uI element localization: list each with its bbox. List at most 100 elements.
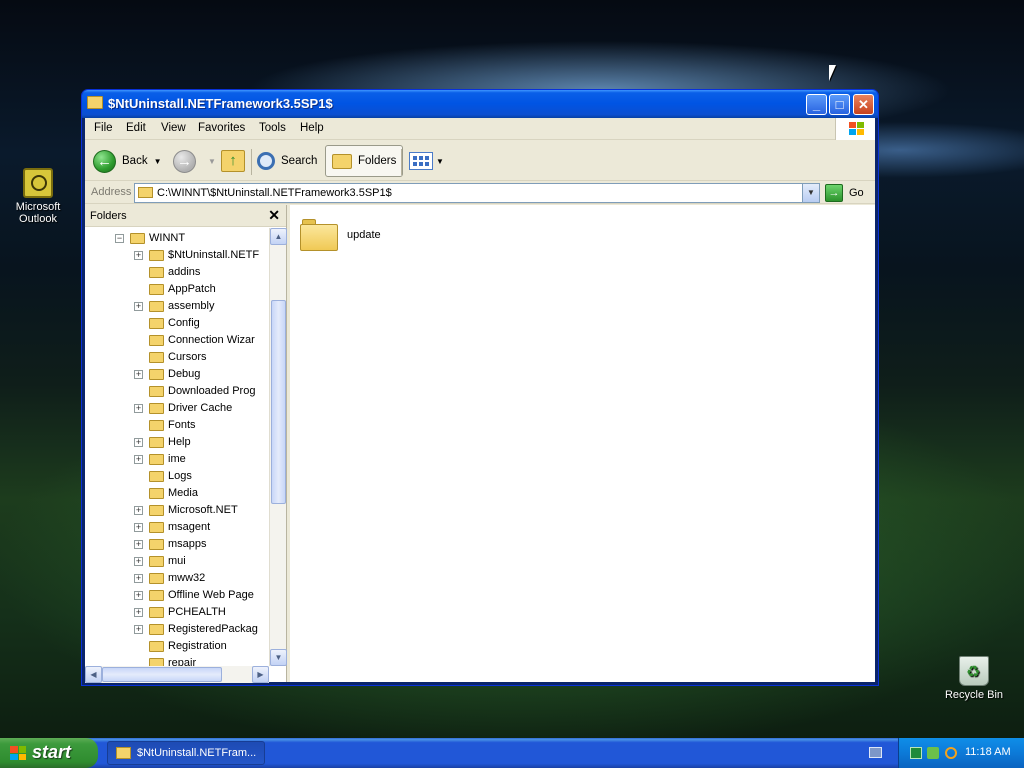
search-icon[interactable] bbox=[945, 747, 957, 759]
tree-item[interactable]: + RegisteredPackag bbox=[85, 621, 269, 638]
folder-icon bbox=[149, 369, 164, 380]
tree-item[interactable]: + $NtUninstall.NETF bbox=[85, 247, 269, 264]
tree-item[interactable]: addins bbox=[85, 264, 269, 281]
tree-item[interactable]: + assembly bbox=[85, 298, 269, 315]
go-button[interactable]: → Go bbox=[825, 183, 864, 203]
scroll-thumb[interactable] bbox=[271, 300, 286, 504]
tree-item[interactable]: Logs bbox=[85, 468, 269, 485]
tree-item[interactable]: + msapps bbox=[85, 536, 269, 553]
tree-item[interactable]: + msagent bbox=[85, 519, 269, 536]
tree-item[interactable]: + Help bbox=[85, 434, 269, 451]
expand-icon[interactable]: + bbox=[134, 370, 143, 379]
tree-item[interactable]: Connection Wizar bbox=[85, 332, 269, 349]
folder-tree-vertical-scrollbar[interactable]: ▲ ▼ bbox=[269, 228, 287, 666]
up-folder-button[interactable]: ↑ bbox=[221, 145, 245, 177]
tree-item[interactable]: Cursors bbox=[85, 349, 269, 366]
tree-item[interactable]: + Offline Web Page bbox=[85, 587, 269, 604]
desktop-icon-label: Microsoft Outlook bbox=[15, 201, 61, 225]
tree-item-label: Help bbox=[168, 436, 191, 448]
expand-icon[interactable]: + bbox=[134, 438, 143, 447]
address-dropdown-button[interactable]: ▼ bbox=[802, 184, 819, 202]
tree-item[interactable]: Config bbox=[85, 315, 269, 332]
tree-item[interactable]: Downloaded Prog bbox=[85, 383, 269, 400]
address-input[interactable]: C:\WINNT\$NtUninstall.NETFramework3.5SP1… bbox=[134, 183, 820, 203]
tree-item[interactable]: − WINNT bbox=[85, 230, 269, 247]
tree-item[interactable]: + Debug bbox=[85, 366, 269, 383]
toolbar-divider bbox=[251, 149, 252, 175]
folders-button[interactable]: Folders bbox=[325, 145, 404, 177]
forward-button[interactable]: → ▼ bbox=[173, 145, 216, 177]
tree-item[interactable]: + PCHEALTH bbox=[85, 604, 269, 621]
expand-icon[interactable]: + bbox=[134, 251, 143, 260]
desktop-icon-outlook[interactable]: Microsoft Outlook bbox=[0, 168, 78, 225]
minimize-button[interactable]: _ bbox=[806, 94, 827, 115]
tree-item[interactable]: repair bbox=[85, 655, 269, 666]
tree-item[interactable]: + mui bbox=[85, 553, 269, 570]
search-button[interactable]: Search bbox=[257, 145, 317, 177]
tree-item-label: PCHEALTH bbox=[168, 606, 226, 618]
expand-icon[interactable]: + bbox=[134, 540, 143, 549]
folders-pane: Folders ✕ − WINNT + $NtUninstall.NETF addins… bbox=[85, 205, 287, 683]
tree-item[interactable]: + mww32 bbox=[85, 570, 269, 587]
folder-icon bbox=[138, 187, 153, 198]
tree-item[interactable]: AppPatch bbox=[85, 281, 269, 298]
tree-item[interactable]: Fonts bbox=[85, 417, 269, 434]
back-button[interactable]: ← Back ▼ bbox=[93, 145, 162, 177]
tree-item[interactable]: Media bbox=[85, 485, 269, 502]
tree-item[interactable]: + Driver Cache bbox=[85, 400, 269, 417]
close-button[interactable]: ✕ bbox=[853, 94, 874, 115]
tree-item-label: Media bbox=[168, 487, 198, 499]
menu-file[interactable]: File bbox=[94, 122, 113, 134]
file-list: update bbox=[290, 205, 875, 682]
close-icon[interactable]: ✕ bbox=[268, 207, 280, 224]
desktop-icon-recycle-bin[interactable]: Recycle Bin bbox=[934, 656, 1014, 701]
folder-tree-horizontal-scrollbar[interactable]: ◀ ▶ bbox=[85, 666, 269, 683]
tree-item-label: msagent bbox=[168, 521, 211, 533]
tree-item-label: $NtUninstall.NETF bbox=[168, 249, 260, 261]
tree-item-label: repair bbox=[168, 657, 197, 666]
desktop-icon-label: Recycle Bin bbox=[944, 689, 1004, 701]
tree-item[interactable]: Registration bbox=[85, 638, 269, 655]
maximize-button[interactable]: □ bbox=[829, 94, 850, 115]
expand-icon[interactable]: + bbox=[134, 557, 143, 566]
tray-app-icon[interactable] bbox=[927, 747, 939, 759]
expand-icon[interactable]: + bbox=[134, 523, 143, 532]
scroll-thumb[interactable] bbox=[102, 667, 222, 682]
scroll-down-button[interactable]: ▼ bbox=[270, 649, 287, 666]
keyboard-icon[interactable] bbox=[869, 747, 882, 758]
menu-tools[interactable]: Tools bbox=[259, 122, 286, 134]
tree-item-label: addins bbox=[168, 266, 201, 278]
outlook-icon bbox=[23, 168, 53, 198]
folder-icon bbox=[149, 573, 164, 584]
folder-icon bbox=[149, 267, 164, 278]
expand-icon[interactable]: + bbox=[134, 625, 143, 634]
folder-icon bbox=[149, 454, 164, 465]
scroll-up-button[interactable]: ▲ bbox=[270, 228, 287, 245]
tree-item[interactable]: + Microsoft.NET bbox=[85, 502, 269, 519]
scroll-right-button[interactable]: ▶ bbox=[252, 666, 269, 683]
expand-icon[interactable]: + bbox=[134, 506, 143, 515]
expand-icon[interactable]: + bbox=[134, 574, 143, 583]
expand-icon[interactable]: + bbox=[134, 591, 143, 600]
views-button[interactable]: ▼ bbox=[409, 145, 444, 177]
tree-item-label: Config bbox=[168, 317, 200, 329]
menu-help[interactable]: Help bbox=[300, 122, 324, 134]
tree-item[interactable]: + ime bbox=[85, 451, 269, 468]
expand-icon[interactable]: + bbox=[134, 608, 143, 617]
tree-item-label: mui bbox=[168, 555, 186, 567]
scroll-left-button[interactable]: ◀ bbox=[85, 666, 102, 683]
network-icon[interactable] bbox=[910, 747, 922, 759]
expand-icon[interactable]: + bbox=[134, 302, 143, 311]
expand-icon[interactable]: + bbox=[134, 404, 143, 413]
title-bar[interactable]: $NtUninstall.NETFramework3.5SP1$ _ □ ✕ bbox=[82, 90, 878, 118]
folders-icon bbox=[332, 153, 352, 169]
menu-view[interactable]: View bbox=[161, 122, 186, 134]
menu-edit[interactable]: Edit bbox=[126, 122, 146, 134]
expand-icon[interactable]: + bbox=[134, 455, 143, 464]
collapse-icon[interactable]: − bbox=[115, 234, 124, 243]
folder-icon bbox=[149, 522, 164, 533]
folder-icon bbox=[149, 556, 164, 567]
taskbar-item-explorer[interactable]: $NtUninstall.NETFram... bbox=[107, 741, 265, 765]
menu-favorites[interactable]: Favorites bbox=[198, 122, 245, 134]
start-button[interactable]: start bbox=[0, 738, 98, 768]
